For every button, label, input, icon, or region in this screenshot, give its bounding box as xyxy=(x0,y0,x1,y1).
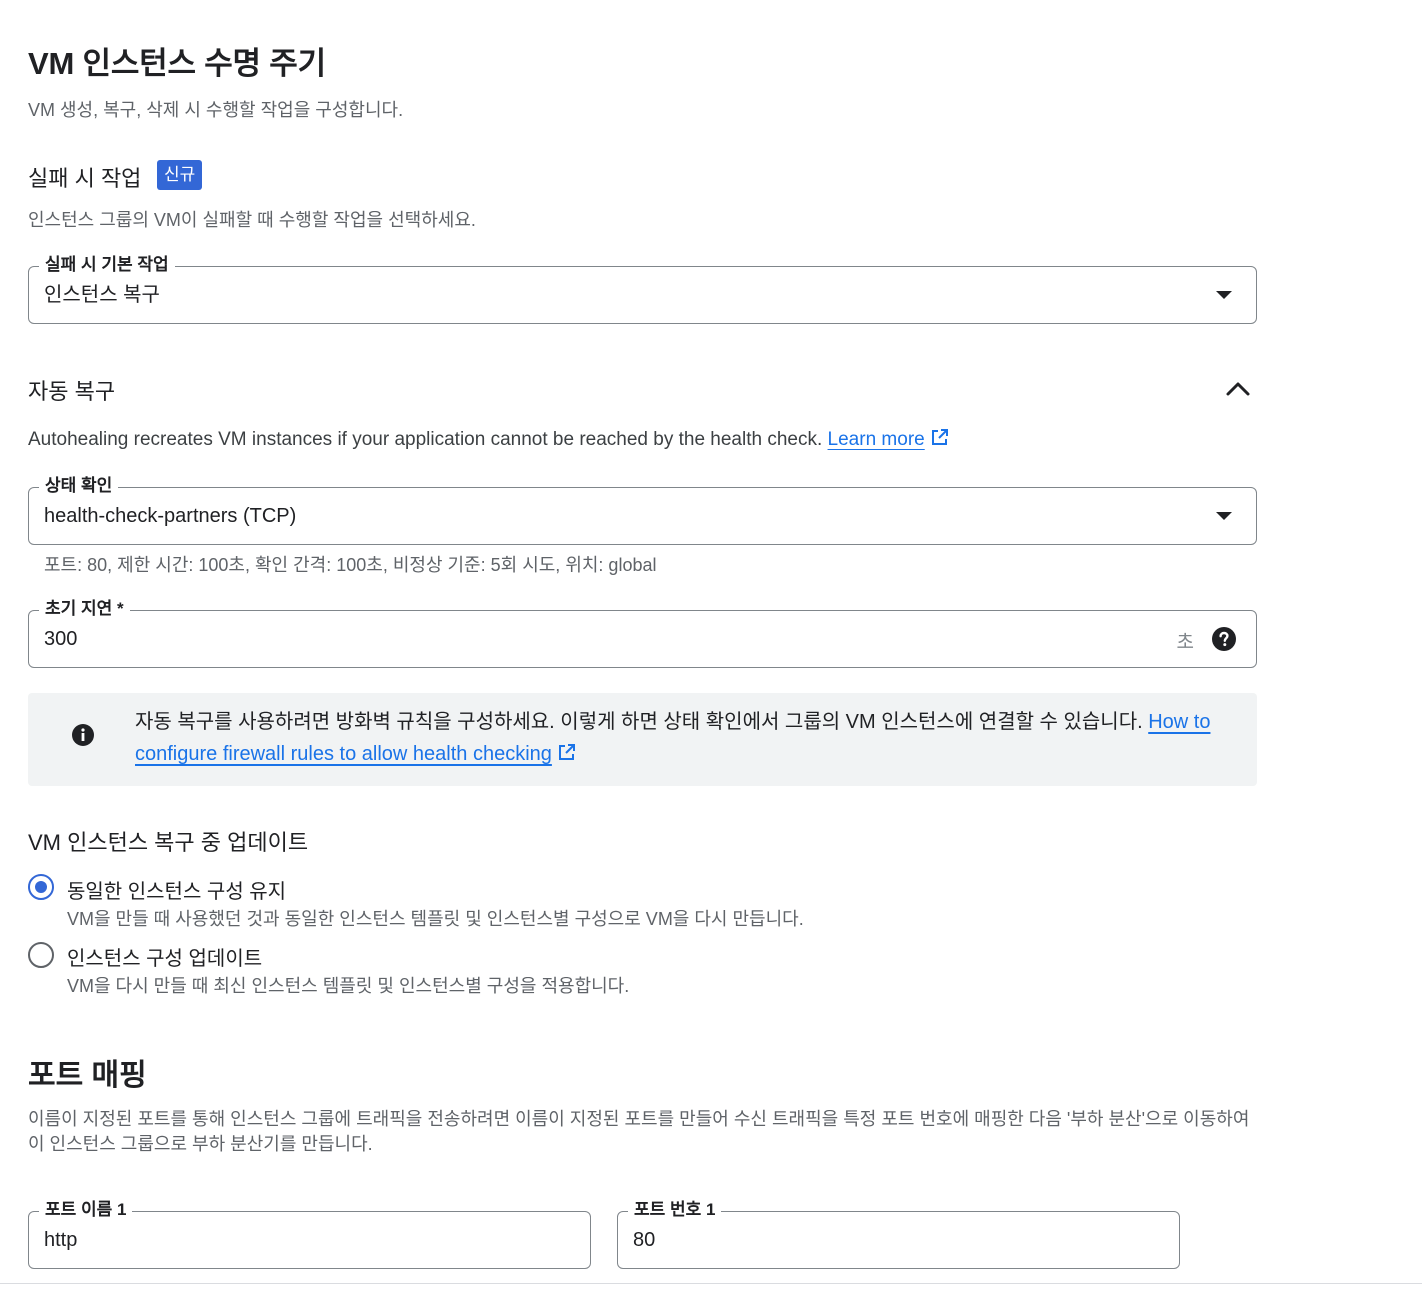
radio-update-config[interactable] xyxy=(28,942,54,968)
firewall-link-line1: How to xyxy=(1148,711,1211,733)
port-name-label: 포트 이름 1 xyxy=(39,1200,133,1220)
chevron-up-icon[interactable] xyxy=(1224,376,1252,400)
health-check-select-value: health-check-partners (TCP) xyxy=(44,505,297,527)
port-name-field[interactable]: 포트 이름 1 http xyxy=(28,1200,591,1269)
vm-lifecycle-page: VM 인스턴스 수명 주기 VM 생성, 복구, 삭제 시 수행할 작업을 구성… xyxy=(0,0,1422,1290)
bottom-divider xyxy=(0,1283,1422,1284)
firewall-info-text: 자동 복구를 사용하려면 방화벽 규칙을 구성하세요. 이렇게 하면 상태 확인… xyxy=(135,706,1235,772)
failure-action-select-label: 실패 시 기본 작업 xyxy=(39,255,175,275)
failure-action-select[interactable]: 실패 시 기본 작업 인스턴스 복구 xyxy=(28,255,1257,324)
port-mapping-title: 포트 매핑 xyxy=(28,1059,147,1092)
port-mapping-description-line1: 이름이 지정된 포트를 통해 인스턴스 그룹에 트래픽을 전송하려면 이름이 지… xyxy=(28,1109,1250,1129)
initial-delay-field[interactable]: 초기 지연 * 300 초 xyxy=(28,599,1257,668)
new-badge: 신규 xyxy=(157,160,203,190)
radio-update-config-label[interactable]: 인스턴스 구성 업데이트 xyxy=(67,942,262,971)
firewall-link-line2: configure firewall rules to allow health… xyxy=(135,743,552,765)
radio-update-config-description: VM을 다시 만들 때 최신 인스턴스 템플릿 및 인스턴스별 구성을 적용합니… xyxy=(67,976,630,996)
health-check-select-label: 상태 확인 xyxy=(39,476,119,496)
radio-keep-config-description: VM을 만들 때 사용했던 것과 동일한 인스턴스 템플릿 및 인스턴스별 구성… xyxy=(67,909,804,929)
radio-keep-config[interactable] xyxy=(28,874,54,900)
failure-action-description: 인스턴스 그룹의 VM이 실패할 때 수행할 작업을 선택하세요. xyxy=(28,210,476,230)
info-circle-icon xyxy=(71,723,95,747)
health-check-select[interactable]: 상태 확인 health-check-partners (TCP) xyxy=(28,476,1257,545)
autohealing-description: Autohealing recreates VM instances if yo… xyxy=(28,429,823,450)
autohealing-description-row: Autohealing recreates VM instances if yo… xyxy=(28,428,949,453)
learn-more-link[interactable]: Learn more xyxy=(828,429,925,450)
caret-down-icon xyxy=(1216,291,1232,299)
failure-action-select-value: 인스턴스 복구 xyxy=(44,284,160,306)
initial-delay-unit: 초 xyxy=(1176,632,1194,653)
firewall-info-box: 자동 복구를 사용하려면 방화벽 규칙을 구성하세요. 이렇게 하면 상태 확인… xyxy=(28,693,1257,786)
port-number-label: 포트 번호 1 xyxy=(628,1200,722,1220)
help-circle-icon[interactable] xyxy=(1212,627,1236,651)
port-number-value: 80 xyxy=(633,1229,656,1251)
external-link-icon xyxy=(557,740,576,772)
learn-more-label: Learn more xyxy=(827,429,925,450)
page-subtitle: VM 생성, 복구, 삭제 시 수행할 작업을 구성합니다. xyxy=(28,100,404,120)
health-check-hint: 포트: 80, 제한 시간: 100초, 확인 간격: 100초, 비정상 기준… xyxy=(44,555,657,575)
update-during-repair-title: VM 인스턴스 복구 중 업데이트 xyxy=(28,830,309,855)
initial-delay-label: 초기 지연 * xyxy=(39,599,130,619)
external-link-icon xyxy=(930,428,949,453)
firewall-info-message: 자동 복구를 사용하려면 방화벽 규칙을 구성하세요. 이렇게 하면 상태 확인… xyxy=(135,711,1149,733)
radio-keep-config-label[interactable]: 동일한 인스턴스 구성 유지 xyxy=(67,875,286,904)
initial-delay-value: 300 xyxy=(44,628,78,650)
port-name-value: http xyxy=(44,1229,78,1251)
page-title: VM 인스턴스 수명 주기 xyxy=(28,46,326,81)
caret-down-icon xyxy=(1216,512,1232,520)
autohealing-title: 자동 복구 xyxy=(28,379,116,404)
failure-action-title: 실패 시 작업 xyxy=(28,166,142,191)
port-number-field[interactable]: 포트 번호 1 80 xyxy=(617,1200,1180,1269)
port-mapping-description-line2: 이 인스턴스 그룹으로 부하 분산기를 만듭니다. xyxy=(28,1134,373,1154)
port-mapping-description: 이름이 지정된 포트를 통해 인스턴스 그룹에 트래픽을 전송하려면 이름이 지… xyxy=(28,1107,1249,1157)
